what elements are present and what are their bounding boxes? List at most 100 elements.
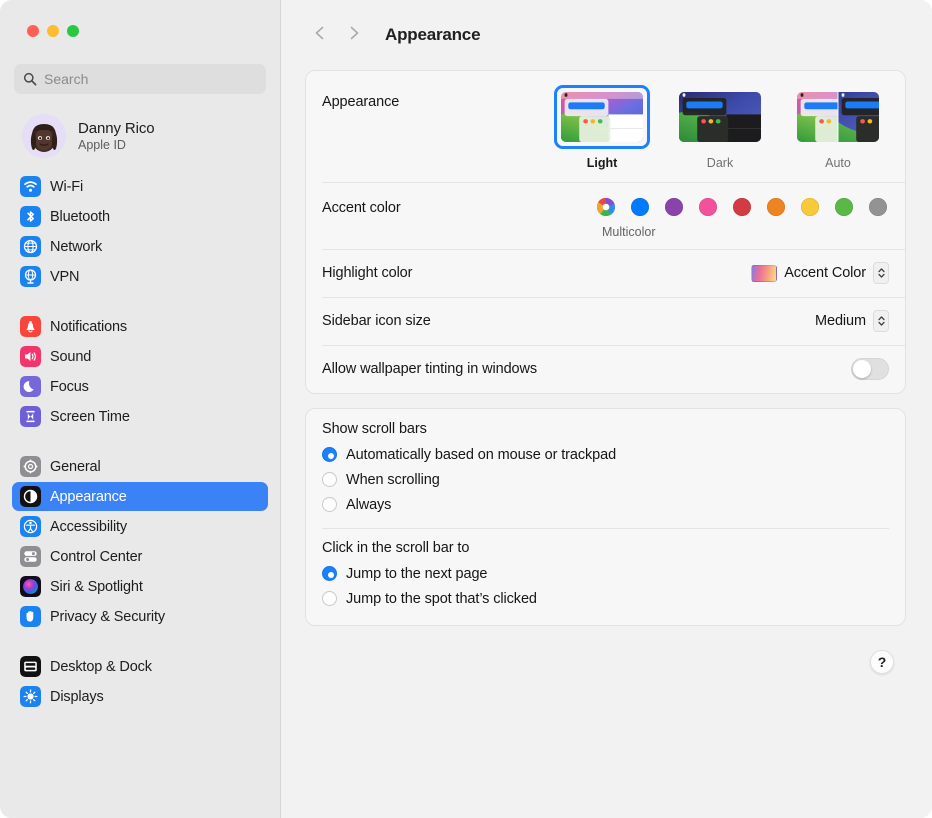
chevron-updown-icon <box>873 310 889 332</box>
radio-label: Jump to the next page <box>346 566 487 582</box>
sidebar-item-appearance[interactable]: Appearance <box>12 482 268 511</box>
theme-dark-thumbnail <box>679 92 761 142</box>
theme-label: Dark <box>707 156 733 170</box>
content-pane: Appearance Appearance <box>281 0 932 818</box>
bluetooth-icon <box>20 206 41 227</box>
sidebar-item-siri-and-spotlight[interactable]: Siri & Spotlight <box>12 572 268 601</box>
theme-option-light[interactable]: Light <box>554 85 650 170</box>
accent-color-picker: Multicolor <box>597 194 889 239</box>
help-button[interactable]: ? <box>870 650 894 674</box>
forward-button[interactable] <box>337 18 371 52</box>
account-subtitle: Apple ID <box>78 138 155 152</box>
sidebar-item-wi-fi[interactable]: Wi-Fi <box>12 172 268 201</box>
sidebar-item-label: Focus <box>50 379 89 395</box>
vpn-globe-icon <box>20 266 41 287</box>
sidebar-item-accessibility[interactable]: Accessibility <box>12 512 268 541</box>
wallpaper-tinting-toggle[interactable] <box>851 358 889 380</box>
accent-swatch-red[interactable] <box>733 198 751 216</box>
chevron-right-icon <box>344 23 364 48</box>
sidebar-item-bluetooth[interactable]: Bluetooth <box>12 202 268 231</box>
sidebar-item-privacy-and-security[interactable]: Privacy & Security <box>12 602 268 631</box>
close-window-button[interactable] <box>27 25 39 37</box>
sidebar-item-label: Privacy & Security <box>50 609 165 625</box>
sidebar-divider <box>12 632 268 646</box>
sidebar-group-system: Notifications Sound <box>12 312 268 431</box>
highlight-color-popup-button[interactable]: Accent Color <box>751 262 889 284</box>
sidebar-icon-size-label: Sidebar icon size <box>322 313 431 329</box>
minimize-window-button[interactable] <box>47 25 59 37</box>
highlight-color-row: Highlight color Accent Color <box>306 249 905 297</box>
sidebar-divider <box>12 432 268 446</box>
apple-id-account-row[interactable]: Danny Rico Apple ID <box>16 108 264 164</box>
sidebar-item-focus[interactable]: Focus <box>12 372 268 401</box>
sidebar-item-label: VPN <box>50 269 79 285</box>
radio-button[interactable] <box>322 497 337 512</box>
theme-option-auto[interactable]: Auto <box>790 85 886 170</box>
accent-swatch-multicolor[interactable] <box>597 198 615 216</box>
accent-swatch-purple[interactable] <box>665 198 683 216</box>
sidebar-item-label: General <box>50 459 101 475</box>
sidebar-item-screen-time[interactable]: Screen Time <box>12 402 268 431</box>
radio-button[interactable] <box>322 472 337 487</box>
wallpaper-tinting-label: Allow wallpaper tinting in windows <box>322 361 537 377</box>
accent-swatch-graphite[interactable] <box>869 198 887 216</box>
theme-options: Light <box>554 85 889 170</box>
card-divider <box>322 528 889 529</box>
system-settings-window: Danny Rico Apple ID Wi-Fi <box>0 0 932 818</box>
radio-label: Always <box>346 497 391 513</box>
accent-swatch-pink[interactable] <box>699 198 717 216</box>
sidebar-item-label: Wi-Fi <box>50 179 83 195</box>
theme-light-frame <box>554 85 650 149</box>
sidebar-item-control-center[interactable]: Control Center <box>12 542 268 571</box>
accent-swatch-yellow[interactable] <box>801 198 819 216</box>
accent-swatch-blue[interactable] <box>631 198 649 216</box>
radio-button[interactable] <box>322 447 337 462</box>
sidebar-item-notifications[interactable]: Notifications <box>12 312 268 341</box>
sidebar-icon-size-row: Sidebar icon size Medium <box>306 297 905 345</box>
radio-label: Automatically based on mouse or trackpad <box>346 447 616 463</box>
accent-swatch-orange[interactable] <box>767 198 785 216</box>
radio-button[interactable] <box>322 591 337 606</box>
moon-icon <box>20 376 41 397</box>
theme-auto-thumbnail <box>797 92 879 142</box>
sidebar-item-desktop-and-dock[interactable]: Desktop & Dock <box>12 652 268 681</box>
sidebar: Danny Rico Apple ID Wi-Fi <box>0 0 281 818</box>
sidebar-icon-size-popup-button[interactable]: Medium <box>815 310 889 332</box>
maximize-window-button[interactable] <box>67 25 79 37</box>
displays-icon <box>20 686 41 707</box>
theme-option-dark[interactable]: Dark <box>672 85 768 170</box>
content-titlebar: Appearance <box>281 0 932 70</box>
bell-icon <box>20 316 41 337</box>
sidebar-item-label: Displays <box>50 689 104 705</box>
sidebar-item-displays[interactable]: Displays <box>12 682 268 711</box>
sidebar-group-preferences: General Appearance <box>12 452 268 631</box>
sidebar-item-network[interactable]: Network <box>12 232 268 261</box>
search-input[interactable] <box>44 71 257 87</box>
search-field[interactable] <box>14 64 266 94</box>
control-center-icon <box>20 546 41 567</box>
theme-dark-frame <box>672 85 768 149</box>
sidebar-item-sound[interactable]: Sound <box>12 342 268 371</box>
radio-scrollbars-when-scrolling[interactable]: When scrolling <box>322 467 889 492</box>
sidebar-divider <box>12 292 268 306</box>
sidebar-item-label: Siri & Spotlight <box>50 579 143 595</box>
radio-jump-to-spot[interactable]: Jump to the spot that’s clicked <box>322 586 889 611</box>
settings-scroll-area: Appearance <box>281 70 932 674</box>
radio-jump-next-page[interactable]: Jump to the next page <box>322 561 889 586</box>
sidebar-item-general[interactable]: General <box>12 452 268 481</box>
siri-icon <box>20 576 41 597</box>
wallpaper-tinting-row: Allow wallpaper tinting in windows <box>306 345 905 393</box>
accent-swatch-green[interactable] <box>835 198 853 216</box>
radio-button[interactable] <box>322 566 337 581</box>
sidebar-item-label: Control Center <box>50 549 142 565</box>
help-button-container: ? <box>305 640 906 674</box>
radio-label: Jump to the spot that’s clicked <box>346 591 537 607</box>
sidebar-item-vpn[interactable]: VPN <box>12 262 268 291</box>
sidebar-item-label: Accessibility <box>50 519 127 535</box>
radio-scrollbars-automatic[interactable]: Automatically based on mouse or trackpad <box>322 442 889 467</box>
hand-icon <box>20 606 41 627</box>
search-icon <box>23 72 37 86</box>
radio-scrollbars-always[interactable]: Always <box>322 492 889 517</box>
sidebar-item-label: Network <box>50 239 102 255</box>
back-button[interactable] <box>303 18 337 52</box>
